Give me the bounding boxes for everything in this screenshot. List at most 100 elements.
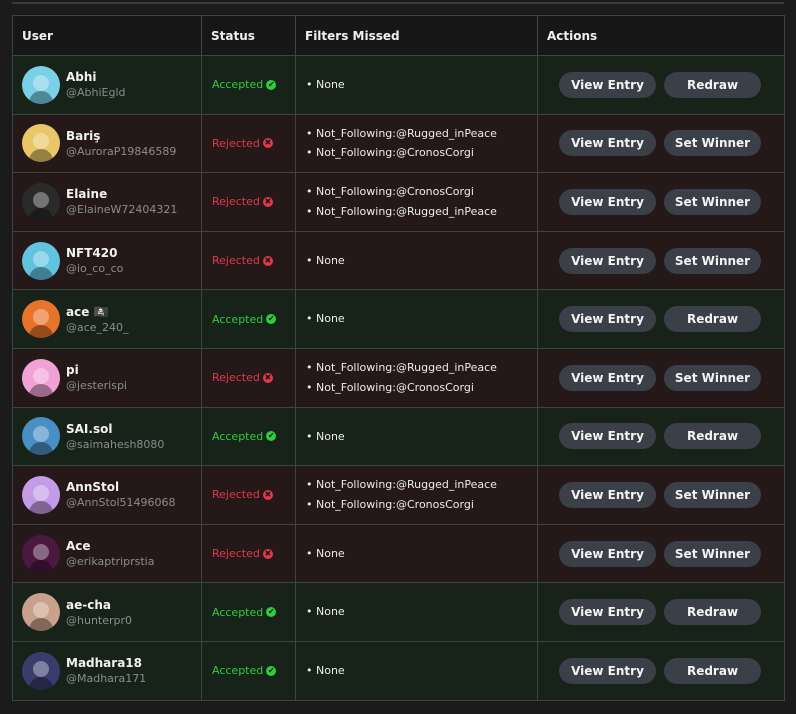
avatar[interactable]: [22, 475, 60, 514]
x-circle-icon: ✖: [262, 138, 273, 149]
filters-list: Not_Following:@Rugged_inPeaceNot_Followi…: [306, 358, 537, 397]
filters-list: None: [306, 75, 537, 95]
avatar[interactable]: [22, 124, 60, 163]
filters-list: Not_Following:@Rugged_inPeaceNot_Followi…: [306, 124, 537, 163]
actions-cell: View Entry Set Winner: [537, 113, 785, 174]
view-entry-button[interactable]: View Entry: [559, 540, 656, 567]
redraw-button[interactable]: Redraw: [664, 71, 761, 98]
avatar[interactable]: [22, 417, 60, 456]
user-handle: @ElaineW72404321: [66, 203, 178, 217]
table-header-row: User Status Filters Missed Actions: [12, 15, 785, 56]
avatar[interactable]: [22, 593, 60, 632]
filters-list: None: [306, 544, 537, 564]
status-text: Accepted: [212, 605, 264, 619]
view-entry-button[interactable]: View Entry: [559, 188, 656, 215]
user-handle: @erikaptriprstia: [66, 555, 155, 569]
user-name: Ace: [66, 539, 91, 554]
avatar[interactable]: [22, 300, 60, 339]
filter-item: Not_Following:@CronosCorgi: [306, 378, 537, 398]
view-entry-button[interactable]: View Entry: [559, 247, 656, 274]
status-cell: Rejected ✖: [201, 465, 296, 525]
user-cell: Madhara18 @Madhara171: [12, 640, 202, 701]
user-cell: ae-cha @hunterpr0: [12, 582, 202, 642]
avatar[interactable]: [22, 65, 60, 104]
redraw-button[interactable]: Redraw: [664, 306, 761, 333]
column-header-filters-missed: Filters Missed: [295, 15, 538, 56]
filters-list: None: [306, 427, 537, 447]
status-badge: Accepted ✔: [202, 430, 295, 443]
status-badge: Rejected ✖: [202, 254, 295, 267]
filters-cell: None: [295, 582, 538, 642]
filter-item: Not_Following:@CronosCorgi: [306, 143, 537, 163]
view-entry-button[interactable]: View Entry: [559, 481, 656, 508]
actions-cell: View Entry Set Winner: [537, 523, 785, 584]
user-name: ae-cha: [66, 597, 111, 612]
x-circle-icon: ✖: [262, 196, 273, 207]
set-winner-button[interactable]: Set Winner: [664, 540, 761, 567]
view-entry-button[interactable]: View Entry: [559, 71, 656, 98]
status-badge: Accepted ✔: [202, 606, 295, 619]
avatar[interactable]: [22, 358, 60, 397]
status-cell: Rejected ✖: [201, 113, 296, 174]
table-row: pi @jesterispi Rejected ✖ Not_Following:…: [12, 347, 785, 408]
column-header-actions: Actions: [537, 15, 785, 56]
avatar[interactable]: [22, 534, 60, 573]
filter-item: Not_Following:@Rugged_inPeace: [306, 124, 537, 144]
x-circle-icon: ✖: [262, 372, 273, 383]
column-header-user: User: [12, 15, 202, 56]
view-entry-button[interactable]: View Entry: [559, 599, 656, 626]
user-name: AnnStol: [66, 480, 120, 495]
view-entry-button[interactable]: View Entry: [559, 130, 656, 157]
filters-list: None: [306, 602, 537, 622]
set-winner-button[interactable]: Set Winner: [664, 364, 761, 391]
filter-item: Not_Following:@Rugged_inPeace: [306, 358, 537, 378]
status-badge: Accepted ✔: [202, 78, 295, 91]
user-handle: @hunterpr0: [66, 613, 133, 627]
user-cell: SAI.sol @saimahesh8080: [12, 406, 202, 467]
status-cell: Rejected ✖: [201, 230, 296, 291]
user-name: SAI.sol: [66, 421, 113, 436]
view-entry-button[interactable]: View Entry: [559, 364, 656, 391]
user-handle: @jesterispi: [66, 379, 127, 393]
top-divider: [12, 2, 784, 4]
check-circle-icon: ✔: [266, 665, 277, 676]
view-entry-button[interactable]: View Entry: [559, 657, 656, 684]
table-row: NFT420 @io_co_co Rejected ✖ None View En…: [12, 230, 785, 291]
filters-cell: None: [295, 55, 538, 115]
column-header-status: Status: [201, 15, 296, 56]
actions-cell: View Entry Redraw: [537, 640, 785, 701]
set-winner-button[interactable]: Set Winner: [664, 481, 761, 508]
status-text: Rejected: [212, 195, 260, 209]
avatar[interactable]: [22, 651, 60, 690]
actions-cell: View Entry Set Winner: [537, 230, 785, 291]
user-name: Elaine: [66, 187, 108, 202]
filters-cell: None: [295, 523, 538, 584]
user-cell: Elaine @ElaineW72404321: [12, 172, 202, 232]
set-winner-button[interactable]: Set Winner: [664, 247, 761, 274]
filter-item: None: [306, 75, 537, 95]
filters-list: Not_Following:@CronosCorgiNot_Following:…: [306, 182, 537, 221]
filter-item: Not_Following:@Rugged_inPeace: [306, 202, 537, 222]
view-entry-button[interactable]: View Entry: [559, 423, 656, 450]
user-name: NFT420: [66, 246, 118, 261]
filter-item: Not_Following:@Rugged_inPeace: [306, 475, 537, 495]
user-name: ace 🏴‍☠️: [66, 304, 109, 319]
redraw-button[interactable]: Redraw: [664, 423, 761, 450]
avatar[interactable]: [22, 241, 60, 280]
redraw-button[interactable]: Redraw: [664, 657, 761, 684]
status-badge: Accepted ✔: [202, 313, 295, 326]
avatar[interactable]: [22, 182, 60, 221]
filters-cell: Not_Following:@CronosCorgiNot_Following:…: [295, 172, 538, 232]
view-entry-button[interactable]: View Entry: [559, 306, 656, 333]
actions-cell: View Entry Set Winner: [537, 465, 785, 525]
redraw-button[interactable]: Redraw: [664, 599, 761, 626]
status-text: Accepted: [212, 78, 264, 92]
x-circle-icon: ✖: [262, 255, 273, 266]
set-winner-button[interactable]: Set Winner: [664, 130, 761, 157]
status-cell: Accepted ✔: [201, 582, 296, 642]
set-winner-button[interactable]: Set Winner: [664, 188, 761, 215]
user-handle: @AbhiEgld: [66, 86, 126, 100]
filters-cell: None: [295, 289, 538, 349]
actions-cell: View Entry Redraw: [537, 582, 785, 642]
filter-item: Not_Following:@CronosCorgi: [306, 182, 537, 202]
